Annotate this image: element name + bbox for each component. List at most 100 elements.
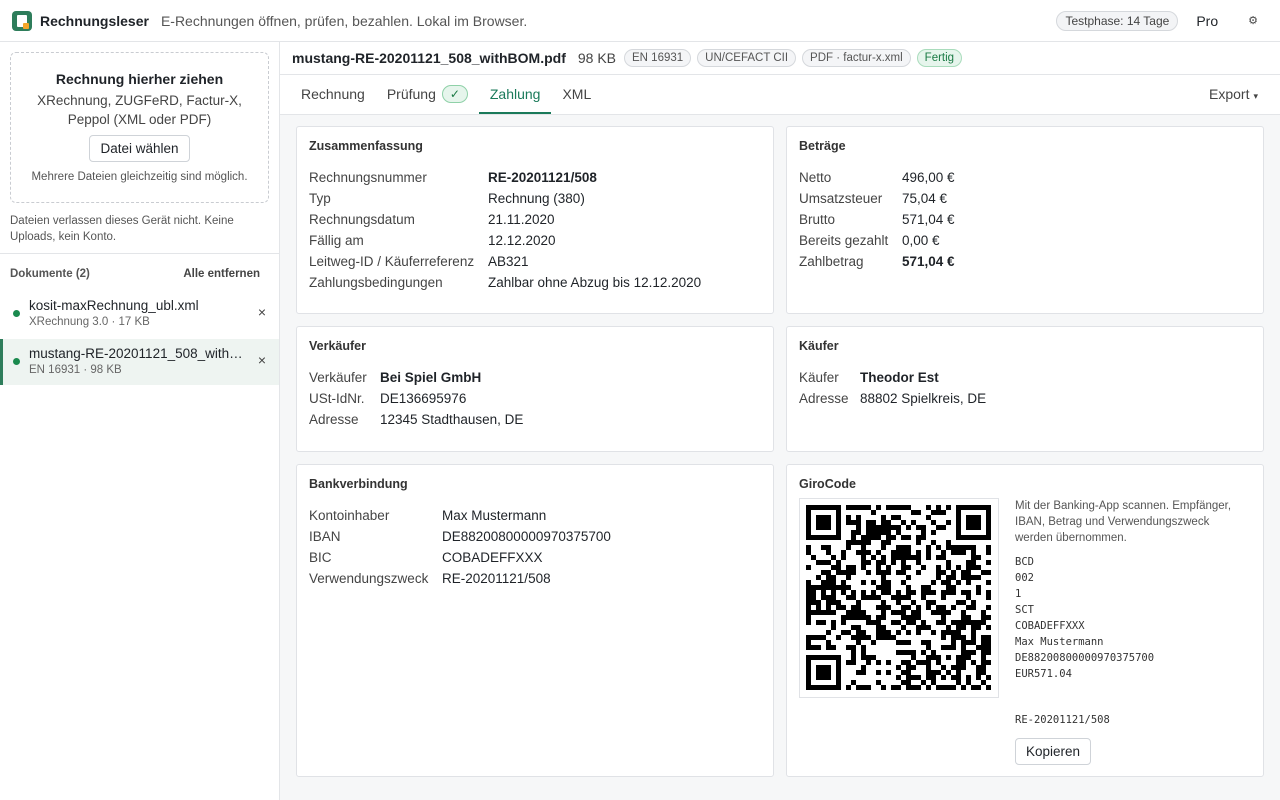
document-name: mustang-RE-20201121_508_withBOM.pdf [29, 346, 244, 361]
amount-due: 571,04 € [902, 254, 955, 269]
close-icon[interactable]: × [258, 352, 266, 368]
buyer-name: Theodor Est [860, 370, 939, 385]
amount-row: Umsatzsteuer 75,04 € [799, 188, 1251, 209]
trial-badge: Testphase: 14 Tage [1056, 10, 1179, 31]
field-label: USt-IdNr. [309, 391, 365, 406]
girocode-payload: BCD 002 1 SCT COBADEFFXXX Max Mustermann… [1015, 556, 1155, 680]
seller-row: USt-IdNr. DE136695976 [309, 388, 761, 409]
file-info-bar: mustang-RE-20201121_508_withBOM.pdf 98 K… [280, 42, 1280, 75]
divider [0, 253, 279, 254]
summary-row: Rechnungsdatum 21.11.2020 [309, 209, 761, 230]
field-label: Verkäufer [309, 370, 367, 385]
dropzone-title: Rechnung hierher ziehen [55, 71, 224, 87]
documents-title: Dokumente (2) [10, 268, 90, 280]
document-meta: XRechnung 3.0 · 17 KB [29, 316, 150, 328]
field-label: Rechnungsnummer [309, 170, 427, 185]
field-value: 12.12.2020 [488, 233, 556, 248]
field-value: 12345 Stadthausen, DE [380, 412, 524, 427]
app-tagline: E-Rechnungen öffnen, prüfen, bezahlen. L… [160, 12, 528, 29]
tab-label: XML [562, 85, 592, 102]
field-label: Netto [799, 170, 832, 185]
field-label: Zahlungsbedingungen [309, 275, 443, 290]
format-chip: UN/CEFACT CII [697, 49, 797, 67]
summary-row: Fällig am 12.12.2020 [309, 230, 761, 251]
tab-bar: Rechnung Prüfung ✓ Zahlung XML Export ▾ [280, 75, 1280, 115]
buyer-row: Adresse 88802 Spielkreis, DE [799, 388, 1251, 409]
invoice-number: RE-20201121/508 [488, 170, 597, 185]
export-dropdown[interactable]: Export ▾ [1209, 86, 1258, 102]
amount-row: Bereits gezahlt 0,00 € [799, 230, 1251, 251]
top-bar: Rechnungsleser E-Rechnungen öffnen, prüf… [0, 0, 1280, 42]
amounts-card: Beträge Netto 496,00 € Umsatzsteuer 75,04 … [786, 126, 1264, 314]
check-icon: ✓ [441, 84, 468, 103]
amount-row: Brutto 571,04 € [799, 209, 1251, 230]
seller-row: Verkäufer Bei Spiel GmbH [309, 367, 761, 388]
chevron-down-icon: ▾ [1253, 91, 1258, 101]
document-meta: EN 16931 · 98 KB [29, 364, 122, 376]
seller-row: Adresse 12345 Stadthausen, DE [309, 409, 761, 430]
summary-row: Zahlungsbedingungen Zahlbar ohne Abzug bi… [309, 272, 761, 293]
tab-rechnung[interactable]: Rechnung [290, 75, 376, 114]
dropzone-formats: XRechnung, ZUGFeRD, Factur-X, Peppol (XM… [37, 93, 242, 127]
documents-header: Dokumente (2) Alle entfernen [10, 268, 260, 280]
field-label: BIC [309, 550, 332, 565]
card-title: GiroCode [799, 477, 856, 491]
field-value: 88802 Spielkreis, DE [860, 391, 987, 406]
field-value: 75,04 € [902, 191, 948, 206]
privacy-note: Dateien verlassen dieses Gerät nicht. Ke… [10, 215, 234, 243]
app-logo-icon [12, 10, 32, 31]
copy-button[interactable]: Kopieren [1015, 738, 1092, 765]
girocode-reference: RE-20201121/508 [1015, 714, 1110, 726]
document-item-active[interactable]: mustang-RE-20201121_508_withBOM.pdf EN 1… [0, 339, 279, 385]
seller-card: Verkäufer Verkäufer Bei Spiel GmbH USt-Id… [296, 326, 774, 452]
seller-name: Bei Spiel GmbH [380, 370, 482, 385]
card-title: Verkäufer [309, 339, 366, 353]
bank-row: BIC COBADEFFXXX [309, 547, 761, 568]
summary-card: Zusammenfassung Rechnungsnummer RE-202011… [296, 126, 774, 314]
document-name: kosit-maxRechnung_ubl.xml [29, 298, 199, 313]
girocode-card: GiroCode Mit der Banking-App scannen. Em… [786, 464, 1264, 777]
pro-button[interactable]: Pro [1196, 13, 1218, 29]
card-title: Bankverbindung [309, 477, 408, 491]
field-label: Typ [309, 191, 331, 206]
tab-pruefung[interactable]: Prüfung ✓ [376, 75, 479, 114]
tab-label: Prüfung [386, 85, 436, 102]
status-dot [13, 358, 20, 365]
app-name: Rechnungsleser [40, 12, 149, 29]
export-label: Export [1209, 86, 1250, 102]
tab-xml[interactable]: XML [551, 75, 602, 114]
dropzone-hint: Mehrere Dateien gleichzeitig sind möglic… [31, 171, 248, 183]
field-label: Leitweg-ID / Käuferreferenz [309, 254, 475, 269]
bank-row: Verwendungszweck RE-20201121/508 [309, 568, 761, 589]
field-value: Rechnung (380) [488, 191, 585, 206]
status-dot [13, 310, 20, 317]
file-name: mustang-RE-20201121_508_withBOM.pdf [292, 50, 566, 66]
format-chip: EN 16931 [624, 49, 692, 67]
gear-icon[interactable]: ⚙ [1248, 14, 1258, 27]
amount-row: Zahlbetrag 571,04 € [799, 251, 1251, 272]
document-item[interactable]: kosit-maxRechnung_ubl.xml XRechnung 3.0 … [0, 291, 279, 337]
amount-row: Netto 496,00 € [799, 167, 1251, 188]
field-value: RE-20201121/508 [442, 571, 551, 586]
field-label: Umsatzsteuer [799, 191, 883, 206]
summary-row: Leitweg-ID / Käuferreferenz AB321 [309, 251, 761, 272]
file-dropzone[interactable]: Rechnung hierher ziehen XRechnung, ZUGFe… [10, 52, 269, 203]
close-icon[interactable]: × [258, 304, 266, 320]
buyer-card: Käufer Käufer Theodor Est Adresse 88802 Sp… [786, 326, 1264, 452]
tab-zahlung[interactable]: Zahlung [478, 75, 552, 114]
choose-file-button[interactable]: Datei wählen [89, 135, 190, 162]
field-label: Verwendungszweck [309, 571, 429, 586]
field-value: Max Mustermann [442, 508, 547, 523]
payment-panel: Zusammenfassung Rechnungsnummer RE-202011… [280, 115, 1280, 800]
field-label: Zahlbetrag [799, 254, 864, 269]
tab-label: Rechnung [301, 85, 365, 102]
file-size: 98 KB [577, 50, 617, 66]
summary-row: Rechnungsnummer RE-20201121/508 [309, 167, 761, 188]
field-value: 496,00 € [902, 170, 955, 185]
buyer-row: Käufer Theodor Est [799, 367, 1251, 388]
girocode-qr-image [799, 498, 999, 698]
field-label: Fällig am [309, 233, 364, 248]
field-value: COBADEFFXXX [442, 550, 543, 565]
field-value: 571,04 € [902, 212, 955, 227]
remove-all-button[interactable]: Alle entfernen [183, 268, 260, 280]
